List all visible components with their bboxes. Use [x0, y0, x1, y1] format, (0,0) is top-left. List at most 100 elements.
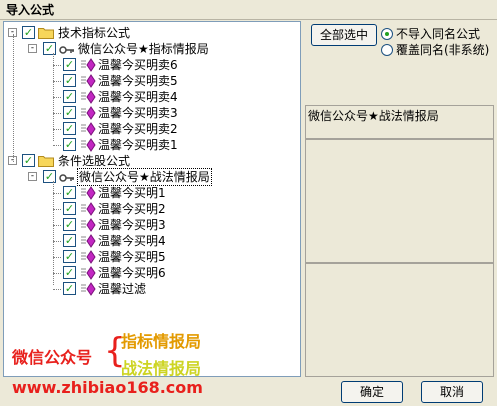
expand-toggle[interactable]: -: [28, 172, 37, 181]
item-label: 温馨今买明卖3: [98, 106, 178, 120]
subgroup-checkbox[interactable]: ✓: [43, 42, 56, 55]
list-item[interactable]: ✓ 温馨今买明卖5: [4, 73, 300, 89]
formula-icon: [80, 282, 96, 296]
item-checkbox[interactable]: ✓: [63, 58, 76, 71]
tree-subgroup[interactable]: - ✓ 微信公众号★战法情报局: [4, 168, 300, 186]
tree-connector: [53, 97, 61, 98]
watermark-line2: 战法情报局: [121, 359, 202, 378]
expand-toggle[interactable]: -: [28, 44, 37, 53]
tree-connector: [53, 257, 61, 258]
info-panel-middle: [305, 139, 494, 263]
list-item[interactable]: ✓ 温馨今买明2: [4, 201, 300, 217]
watermark-label: 微信公众号: [12, 348, 93, 367]
subgroup-checkbox[interactable]: ✓: [43, 170, 56, 183]
formula-icon: [80, 266, 96, 280]
formula-icon: [80, 58, 96, 72]
item-checkbox[interactable]: ✓: [63, 138, 76, 151]
folder-icon: [38, 155, 54, 167]
radio-overwrite-label[interactable]: 覆盖同名(非系统): [396, 43, 489, 57]
formula-icon: [80, 250, 96, 264]
item-checkbox[interactable]: ✓: [63, 186, 76, 199]
item-checkbox[interactable]: ✓: [63, 106, 76, 119]
tree-connector: [53, 65, 61, 66]
item-label: 温馨今买明5: [98, 250, 166, 264]
watermark-url: www.zhibiao168.com: [12, 378, 203, 397]
item-checkbox[interactable]: ✓: [63, 282, 76, 295]
formula-icon: [80, 218, 96, 232]
item-label: 温馨今买明卖4: [98, 90, 178, 104]
list-item[interactable]: ✓ 温馨今买明卖6: [4, 57, 300, 73]
tree-vline: [53, 181, 54, 285]
import-formula-dialog: 导入公式 - ✓ 技术指标公式 - ✓ 微信公众号★指标情报局 ✓ 温馨今买明卖6 ✓ 温馨今买明…: [0, 0, 497, 406]
list-item[interactable]: ✓ 温馨今买明卖3: [4, 105, 300, 121]
list-item[interactable]: ✓ 温馨今买明1: [4, 185, 300, 201]
item-checkbox[interactable]: ✓: [63, 266, 76, 279]
tree-connector: [53, 241, 61, 242]
item-checkbox[interactable]: ✓: [63, 250, 76, 263]
select-all-button[interactable]: 全部选中: [311, 24, 377, 46]
radio-overwrite[interactable]: [381, 44, 393, 56]
tree-root-vline: [13, 34, 14, 162]
tree-connector: [53, 209, 61, 210]
tree-connector: [53, 289, 61, 290]
tree-vline: [53, 53, 54, 141]
list-item[interactable]: ✓ 温馨今买明卖1: [4, 137, 300, 153]
formula-icon: [80, 186, 96, 200]
item-checkbox[interactable]: ✓: [63, 122, 76, 135]
ok-button[interactable]: 确定: [341, 381, 403, 403]
formula-icon: [80, 122, 96, 136]
tree-connector: [53, 225, 61, 226]
item-label: 温馨今买明卖1: [98, 138, 178, 152]
formula-icon: [80, 74, 96, 88]
formula-icon: [80, 138, 96, 152]
list-item[interactable]: ✓ 温馨今买明5: [4, 249, 300, 265]
key-icon: [59, 44, 75, 54]
list-item[interactable]: ✓ 温馨今买明卖2: [4, 121, 300, 137]
tree-group[interactable]: - ✓ 技术指标公式: [4, 25, 300, 41]
item-checkbox[interactable]: ✓: [63, 74, 76, 87]
item-checkbox[interactable]: ✓: [63, 234, 76, 247]
item-label: 温馨过滤: [98, 282, 147, 296]
subgroup-label: 微信公众号★战法情报局: [77, 168, 212, 186]
tree-group[interactable]: - ✓ 条件选股公式: [4, 153, 300, 169]
list-item[interactable]: ✓ 温馨今买明卖4: [4, 89, 300, 105]
list-item[interactable]: ✓ 温馨今买明4: [4, 233, 300, 249]
group-checkbox[interactable]: ✓: [22, 154, 35, 167]
list-item[interactable]: ✓ 温馨过滤: [4, 281, 300, 297]
subgroup-label: 微信公众号★指标情报局: [78, 42, 209, 56]
item-label: 温馨今买明6: [98, 266, 166, 280]
watermark-line1: 指标情报局: [121, 332, 202, 351]
tree-connector: [53, 193, 61, 194]
item-checkbox[interactable]: ✓: [63, 218, 76, 231]
tree-subgroup[interactable]: - ✓ 微信公众号★指标情报局: [4, 41, 300, 57]
group-checkbox[interactable]: ✓: [22, 26, 35, 39]
formula-icon: [80, 106, 96, 120]
info-panel-bottom: [305, 263, 494, 377]
radio-no-import-label[interactable]: 不导入同名公式: [396, 27, 480, 41]
dialog-title: 导入公式: [0, 0, 497, 20]
info-panel-text: 微信公众号★战法情报局: [308, 109, 439, 123]
item-label: 温馨今买明3: [98, 218, 166, 232]
list-item[interactable]: ✓ 温馨今买明6: [4, 265, 300, 281]
formula-icon: [80, 202, 96, 216]
formula-icon: [80, 234, 96, 248]
key-icon: [59, 172, 75, 182]
item-label: 温馨今买明2: [98, 202, 166, 216]
tree-connector: [53, 273, 61, 274]
item-checkbox[interactable]: ✓: [63, 90, 76, 103]
item-label: 温馨今买明4: [98, 234, 166, 248]
tree-connector: [53, 129, 61, 130]
item-label: 温馨今买明卖5: [98, 74, 178, 88]
tree-connector: [53, 145, 61, 146]
cancel-button[interactable]: 取消: [421, 381, 483, 403]
formula-tree[interactable]: - ✓ 技术指标公式 - ✓ 微信公众号★指标情报局 ✓ 温馨今买明卖6 ✓ 温馨今买明卖5 ✓ 温馨…: [3, 21, 301, 377]
folder-icon: [38, 27, 54, 39]
item-label: 温馨今买明1: [98, 186, 166, 200]
radio-no-import[interactable]: [381, 28, 393, 40]
item-label: 温馨今买明卖2: [98, 122, 178, 136]
item-checkbox[interactable]: ✓: [63, 202, 76, 215]
formula-icon: [80, 90, 96, 104]
list-item[interactable]: ✓ 温馨今买明3: [4, 217, 300, 233]
info-panel-top: 微信公众号★战法情报局: [305, 105, 494, 139]
group-label: 条件选股公式: [58, 154, 131, 168]
